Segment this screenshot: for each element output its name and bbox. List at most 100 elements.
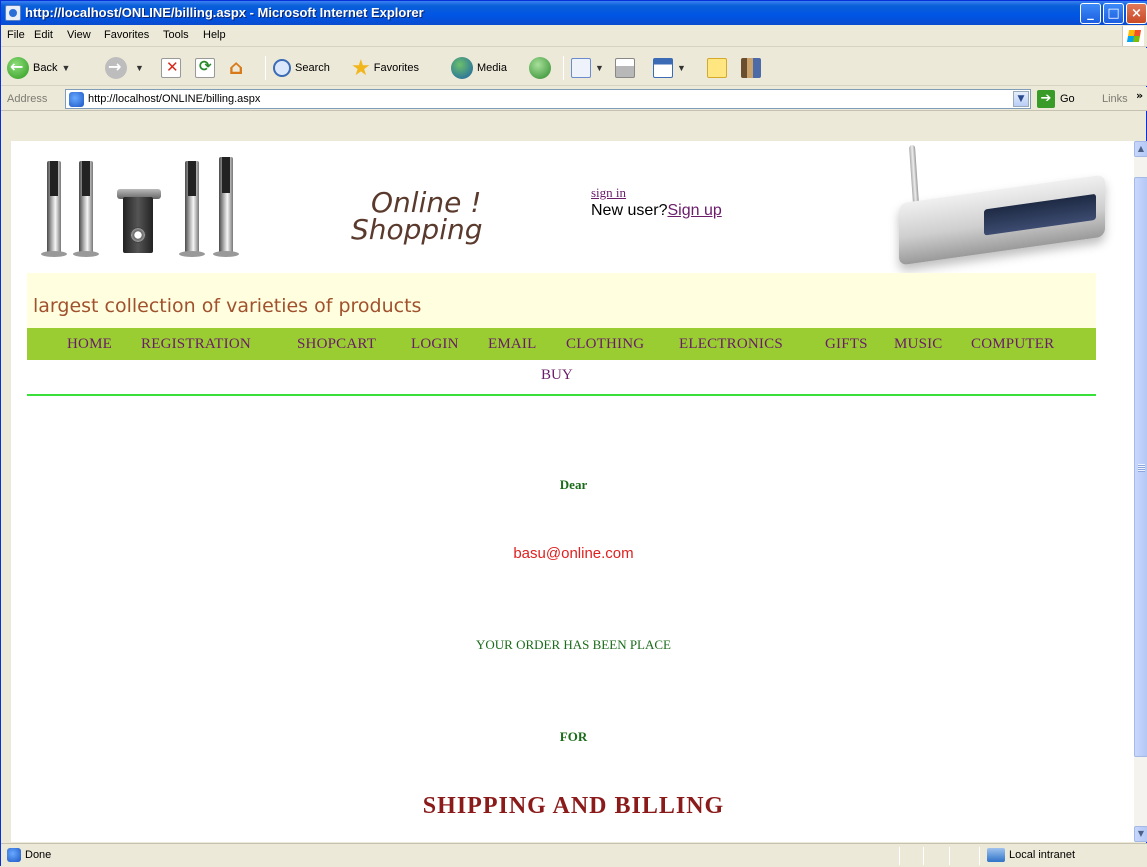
- site-logo[interactable]: Online ! Shopping: [351, 189, 521, 246]
- ie-page-icon: [69, 92, 84, 107]
- mail-button[interactable]: ▼: [571, 56, 604, 80]
- subwoofer-icon: [123, 197, 153, 253]
- shipping-billing-heading: SHIPPING AND BILLING: [422, 793, 725, 819]
- forward-dropdown-icon[interactable]: ▼: [135, 63, 144, 73]
- menu-tools[interactable]: Tools: [163, 29, 189, 41]
- back-label: Back: [33, 62, 58, 74]
- nav-clothing[interactable]: CLOTHING: [566, 336, 644, 353]
- nav-electronics[interactable]: ELECTRONICS: [679, 336, 783, 353]
- menu-favorites[interactable]: Favorites: [104, 29, 149, 41]
- favorites-label: Favorites: [373, 62, 419, 74]
- status-divider: [899, 847, 900, 865]
- menu-view[interactable]: View: [67, 29, 91, 41]
- nav-registration[interactable]: REGISTRATION: [141, 336, 251, 353]
- scroll-down-icon[interactable]: ▼: [1134, 826, 1147, 842]
- favorites-button[interactable]: ★ Favorites: [351, 55, 419, 81]
- media-label: Media: [477, 62, 507, 74]
- nav-computer[interactable]: COMPUTER: [971, 336, 1054, 353]
- ie-page-icon: [5, 5, 21, 21]
- edit-button[interactable]: ▼: [653, 56, 686, 80]
- maximize-button[interactable]: □: [1103, 3, 1124, 24]
- order-placed-text: YOUR ORDER HAS BEEN PLACE: [475, 637, 671, 652]
- back-dropdown-icon[interactable]: ▼: [61, 63, 70, 73]
- go-button[interactable]: Go: [1060, 93, 1075, 105]
- refresh-button[interactable]: ⟳: [195, 56, 215, 80]
- nav-gifts[interactable]: GIFTS: [825, 336, 868, 353]
- status-divider: [949, 847, 950, 865]
- links-label[interactable]: Links: [1102, 93, 1128, 105]
- forward-arrow-icon: [105, 57, 127, 79]
- speaker-icon: [185, 161, 199, 253]
- books-icon: [741, 58, 761, 78]
- status-divider: [979, 847, 980, 865]
- status-bar: Done Local intranet: [1, 843, 1147, 867]
- vertical-scrollbar[interactable]: ▲ ▼: [1134, 141, 1147, 842]
- speakers-image: [37, 149, 247, 257]
- go-arrow-icon[interactable]: ➔: [1037, 90, 1055, 108]
- new-user-prompt: New user?Sign up: [591, 202, 722, 220]
- nav-buy[interactable]: BUY: [541, 367, 573, 384]
- antenna-icon: [908, 144, 920, 206]
- close-button[interactable]: ×: [1126, 3, 1147, 24]
- status-divider: [923, 847, 924, 865]
- menu-file[interactable]: File: [7, 29, 25, 41]
- menu-help[interactable]: Help: [203, 29, 226, 41]
- scroll-thumb[interactable]: [1134, 177, 1147, 757]
- toolbar-separator: [563, 56, 564, 80]
- sign-in-link[interactable]: sign in: [591, 185, 626, 201]
- speaker-icon: [219, 157, 233, 253]
- stop-button[interactable]: ✕: [161, 56, 181, 80]
- speaker-icon: [79, 161, 93, 253]
- tagline-banner: largest collection of varieties of produ…: [27, 273, 1096, 328]
- router-body: [899, 174, 1105, 266]
- nav-shopcart[interactable]: SHOPCART: [297, 336, 376, 353]
- nav-login[interactable]: LOGIN: [411, 336, 459, 353]
- page-viewport: Online ! Shopping sign in New user?Sign …: [9, 141, 1134, 842]
- ie-window: http://localhost/ONLINE/billing.aspx - M…: [0, 0, 1147, 867]
- address-input[interactable]: http://localhost/ONLINE/billing.aspx ▼: [65, 89, 1031, 109]
- minimize-button[interactable]: _: [1080, 3, 1101, 24]
- discuss-button[interactable]: [707, 56, 727, 80]
- star-icon: ★: [351, 55, 371, 81]
- note-icon: [707, 58, 727, 78]
- forward-button[interactable]: ▼: [105, 56, 144, 80]
- user-email: basu@online.com: [513, 545, 634, 562]
- title-bar: http://localhost/ONLINE/billing.aspx - M…: [1, 1, 1147, 25]
- sign-up-link[interactable]: Sign up: [667, 202, 721, 219]
- logo-line-2: Shopping: [351, 213, 483, 246]
- nav-music[interactable]: MUSIC: [894, 336, 943, 353]
- mail-icon: [571, 58, 591, 78]
- back-button[interactable]: Back ▼: [7, 56, 70, 80]
- new-user-label: New user?: [591, 202, 668, 219]
- toolbar-separator: [265, 56, 266, 80]
- nav-email[interactable]: EMAIL: [488, 336, 537, 353]
- status-text: Done: [25, 849, 52, 861]
- menu-bar: File Edit View Favorites Tools Help: [1, 25, 1147, 47]
- window-title: http://localhost/ONLINE/billing.aspx - M…: [25, 5, 424, 20]
- router-image: [881, 141, 1111, 271]
- chevron-right-icon[interactable]: »: [1136, 89, 1143, 102]
- mail-dropdown-icon[interactable]: ▼: [595, 63, 604, 73]
- speaker-base: [213, 251, 239, 257]
- print-button[interactable]: [615, 56, 635, 80]
- nav-home[interactable]: HOME: [67, 336, 112, 353]
- history-button[interactable]: [529, 56, 555, 80]
- scroll-up-icon[interactable]: ▲: [1134, 141, 1147, 157]
- dear-text: Dear: [559, 477, 588, 492]
- main-nav: HOME REGISTRATION SHOPCART LOGIN EMAIL C…: [27, 328, 1096, 360]
- edit-dropdown-icon[interactable]: ▼: [677, 63, 686, 73]
- menu-edit[interactable]: Edit: [34, 29, 53, 41]
- search-label: Search: [295, 62, 330, 74]
- address-dropdown-icon[interactable]: ▼: [1013, 91, 1029, 107]
- home-button[interactable]: ⌂: [229, 55, 249, 80]
- speaker-base: [41, 251, 67, 257]
- edit-page-icon: [653, 58, 673, 78]
- research-button[interactable]: [741, 56, 761, 80]
- printer-icon: [615, 58, 635, 78]
- media-button[interactable]: Media: [451, 56, 507, 80]
- speaker-base: [73, 251, 99, 257]
- divider: [27, 394, 1096, 396]
- search-button[interactable]: Search: [273, 56, 330, 80]
- standard-toolbar: Back ▼ ▼ ✕ ⟳ ⌂ Search ★ Favorites Media: [1, 48, 1147, 86]
- tagline-text: largest collection of varieties of produ…: [33, 295, 422, 317]
